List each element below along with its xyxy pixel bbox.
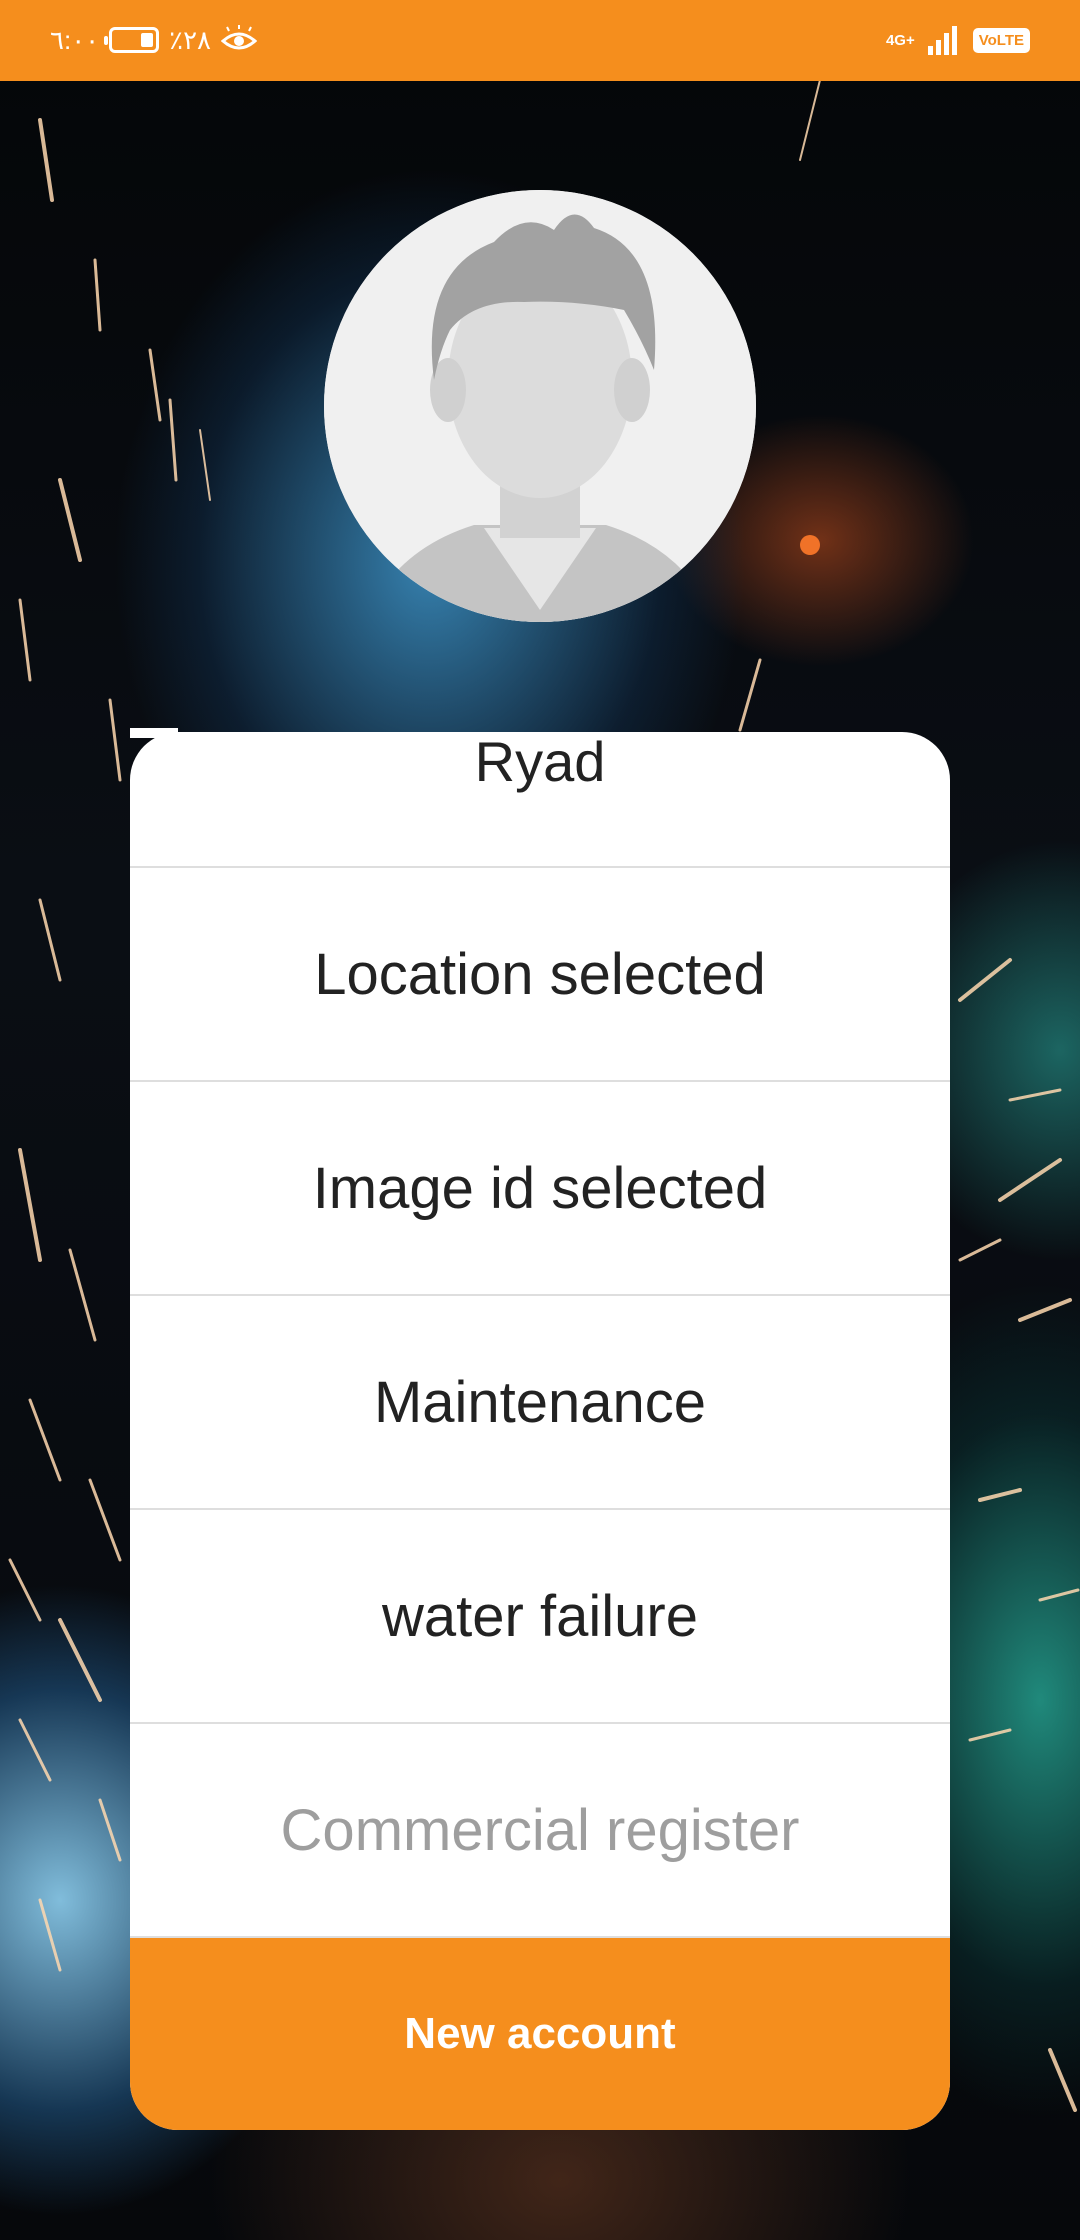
default-male-avatar-icon: [324, 190, 756, 622]
registration-card: Ryad Location selected Image id selected…: [130, 732, 950, 2130]
service-type-value: Maintenance: [373, 1369, 707, 1435]
name-value: Ryad: [474, 732, 606, 793]
image-id-field[interactable]: Image id selected: [130, 1082, 950, 1296]
volte-badge: VoLTE: [972, 27, 1030, 53]
status-right: 4G+ VoLTE: [886, 20, 1030, 60]
location-field[interactable]: Location selected: [130, 868, 950, 1082]
issue-type-field[interactable]: water failure: [130, 1510, 950, 1724]
signal-strength-icon: [927, 26, 957, 55]
new-account-button[interactable]: New account: [130, 1938, 950, 2130]
commercial-register-placeholder: Commercial register: [280, 1797, 800, 1863]
location-value: Location selected: [314, 941, 766, 1007]
battery-percent: ٪٢٨: [169, 24, 212, 55]
eye-comfort-icon: [221, 25, 258, 50]
status-time: ٦:٠٠: [50, 24, 100, 55]
name-field[interactable]: Ryad: [130, 732, 950, 868]
status-bar: ٦:٠٠ ٪٢٨ 4G+ VoLTE: [0, 0, 1080, 81]
image-id-value: Image id selected: [312, 1155, 768, 1221]
battery-icon: [104, 27, 160, 53]
network-type: 4G+: [885, 31, 915, 49]
service-type-field[interactable]: Maintenance: [130, 1296, 950, 1510]
profile-avatar[interactable]: [324, 190, 756, 622]
status-left: ٦:٠٠ ٪٢٨: [50, 22, 258, 58]
commercial-register-field[interactable]: Commercial register: [130, 1724, 950, 1938]
issue-type-value: water failure: [382, 1583, 698, 1649]
